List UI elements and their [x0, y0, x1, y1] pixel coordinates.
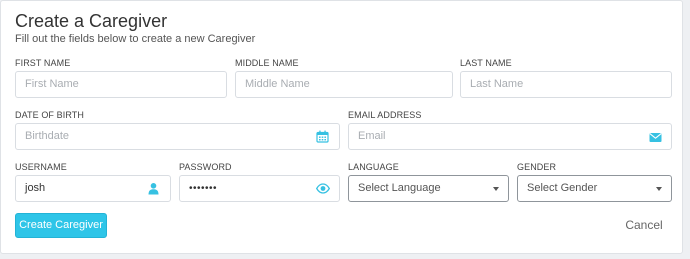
language-label: LANGUAGE — [348, 162, 399, 172]
language-select[interactable]: Select Language — [348, 175, 509, 202]
chevron-down-icon — [656, 187, 662, 191]
last-name-field[interactable]: Last Name — [460, 71, 672, 98]
username-field[interactable]: josh — [15, 175, 171, 202]
birthdate-field[interactable]: Birthdate — [15, 123, 340, 150]
user-icon — [148, 183, 159, 195]
first-name-label: FIRST NAME — [15, 58, 71, 68]
eye-icon[interactable] — [316, 182, 330, 195]
first-name-field[interactable]: First Name — [15, 71, 227, 98]
last-name-label: LAST NAME — [460, 58, 512, 68]
email-placeholder: Email — [358, 130, 386, 142]
date-of-birth-label: DATE OF BIRTH — [15, 110, 84, 120]
calendar-icon[interactable] — [316, 130, 329, 143]
gender-selected: Select Gender — [527, 182, 598, 194]
page-subtitle: Fill out the fields below to create a ne… — [15, 33, 256, 45]
envelope-icon — [649, 133, 662, 142]
create-caregiver-card: Create a Caregiver Fill out the fields b… — [0, 0, 683, 254]
last-name-placeholder: Last Name — [470, 78, 524, 90]
email-address-label: EMAIL ADDRESS — [348, 110, 422, 120]
password-value: ••••••• — [189, 183, 218, 194]
gender-label: GENDER — [517, 162, 557, 172]
password-label: PASSWORD — [179, 162, 232, 172]
language-selected: Select Language — [358, 182, 441, 194]
username-value: josh — [25, 182, 46, 194]
middle-name-label: MIDDLE NAME — [235, 58, 299, 68]
password-field[interactable]: ••••••• — [179, 175, 340, 202]
email-field[interactable]: Email — [348, 123, 672, 150]
page-title: Create a Caregiver — [15, 11, 168, 31]
first-name-placeholder: First Name — [25, 78, 79, 90]
gender-select[interactable]: Select Gender — [517, 175, 672, 202]
middle-name-placeholder: Middle Name — [245, 78, 310, 90]
username-label: USERNAME — [15, 162, 67, 172]
birthdate-placeholder: Birthdate — [25, 130, 70, 142]
create-caregiver-button[interactable]: Create Caregiver — [15, 213, 107, 238]
cancel-button[interactable]: Cancel — [619, 213, 669, 238]
middle-name-field[interactable]: Middle Name — [235, 71, 453, 98]
chevron-down-icon — [493, 187, 499, 191]
